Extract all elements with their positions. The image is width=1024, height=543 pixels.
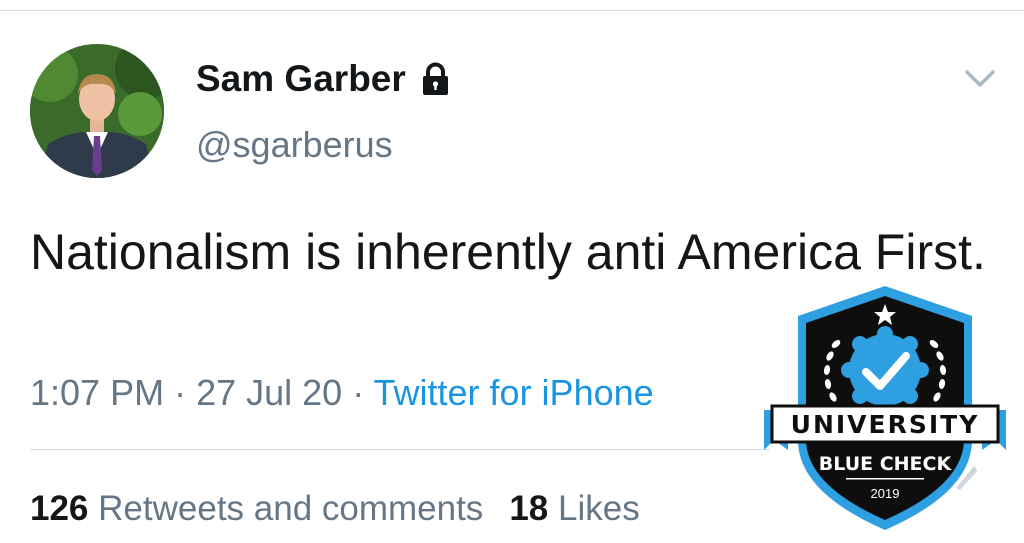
user-handle[interactable]: @sgarberus bbox=[196, 124, 393, 166]
retweets-label: Retweets and comments bbox=[98, 489, 484, 528]
blue-check-icon bbox=[841, 326, 929, 414]
tweet-meta: 1:07 PM · 27 Jul 20 · Twitter for iPhone bbox=[30, 372, 654, 414]
badge-year: 2019 bbox=[871, 486, 900, 501]
tweet-date[interactable]: 27 Jul 20 bbox=[196, 372, 342, 413]
avatar[interactable] bbox=[30, 44, 164, 178]
meta-separator: · bbox=[164, 372, 197, 413]
likes-label: Likes bbox=[557, 489, 640, 528]
display-name-row: Sam Garber bbox=[196, 58, 451, 100]
chevron-down-icon[interactable] bbox=[961, 64, 999, 94]
profile-photo bbox=[30, 44, 164, 178]
badge-line2: BLUE CHECK bbox=[819, 453, 953, 475]
display-name[interactable]: Sam Garber bbox=[196, 58, 406, 100]
retweets-stat[interactable]: 126 Retweets and comments bbox=[30, 489, 483, 528]
tweet-time[interactable]: 1:07 PM bbox=[30, 372, 164, 413]
top-divider bbox=[0, 10, 1024, 11]
meta-separator: · bbox=[342, 372, 374, 413]
likes-stat[interactable]: 18 Likes bbox=[509, 489, 639, 528]
university-blue-check-badge: UNIVERSITY BLUE CHECK 2019 bbox=[764, 286, 1006, 530]
lock-icon bbox=[422, 62, 448, 95]
tweet-text: Nationalism is inherently anti America F… bbox=[30, 224, 986, 280]
stats-divider bbox=[30, 449, 770, 450]
likes-count: 18 bbox=[509, 489, 549, 528]
tweet-source-link[interactable]: Twitter for iPhone bbox=[374, 372, 654, 413]
retweets-count: 126 bbox=[30, 489, 89, 528]
tweet-stats: 126 Retweets and comments 18 Likes bbox=[30, 489, 640, 529]
badge-line1: UNIVERSITY bbox=[791, 410, 980, 439]
